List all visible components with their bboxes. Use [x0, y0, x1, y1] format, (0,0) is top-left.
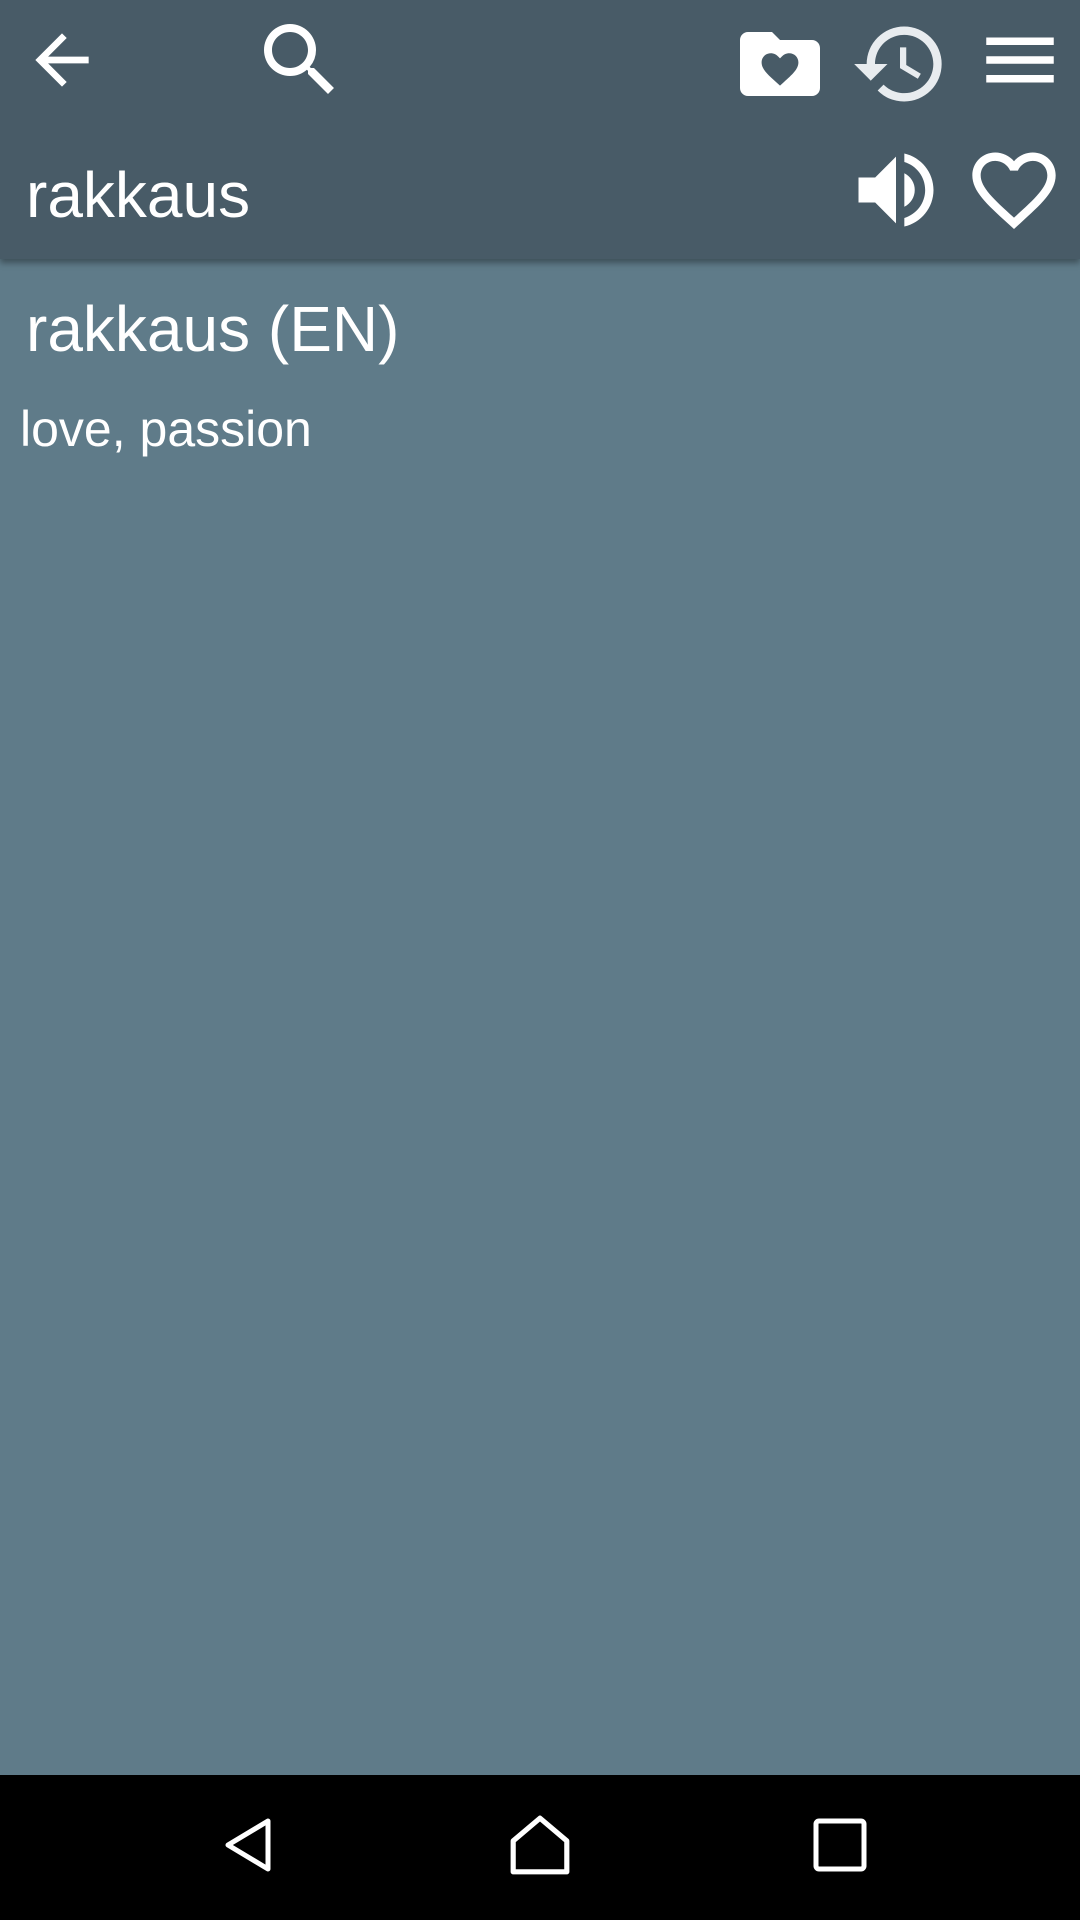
app-bar: rakkaus	[0, 0, 1080, 259]
arrow-left-icon	[35, 33, 89, 87]
speaker-icon	[858, 153, 934, 227]
heart-outline-icon	[972, 152, 1056, 229]
system-nav-bar	[0, 1775, 1080, 1920]
history-icon	[854, 26, 942, 102]
dictionary-app: rakkaus rakkaus (EN) love, passion	[0, 0, 1080, 1920]
nav-recents-button[interactable]	[790, 1795, 890, 1895]
menu-icon	[986, 37, 1054, 83]
nav-recents-icon	[813, 1818, 867, 1872]
search-button[interactable]	[250, 10, 350, 110]
favorite-button[interactable]	[962, 138, 1066, 242]
entry-heading: rakkaus (EN)	[26, 293, 400, 365]
speak-button[interactable]	[844, 138, 948, 242]
nav-home-button[interactable]	[490, 1795, 590, 1895]
search-icon	[264, 24, 334, 94]
favorites-folder-button[interactable]	[730, 14, 830, 114]
folder-heart-icon	[740, 32, 820, 96]
word-title: rakkaus	[26, 159, 251, 231]
nav-home-icon	[510, 1815, 570, 1875]
nav-back-icon	[225, 1818, 271, 1872]
menu-button[interactable]	[972, 12, 1068, 108]
back-button[interactable]	[14, 12, 110, 108]
nav-back-button[interactable]	[200, 1795, 300, 1895]
history-button[interactable]	[848, 12, 952, 116]
entry-content: rakkaus (EN) love, passion	[0, 259, 1080, 1775]
entry-definition: love, passion	[20, 401, 312, 457]
